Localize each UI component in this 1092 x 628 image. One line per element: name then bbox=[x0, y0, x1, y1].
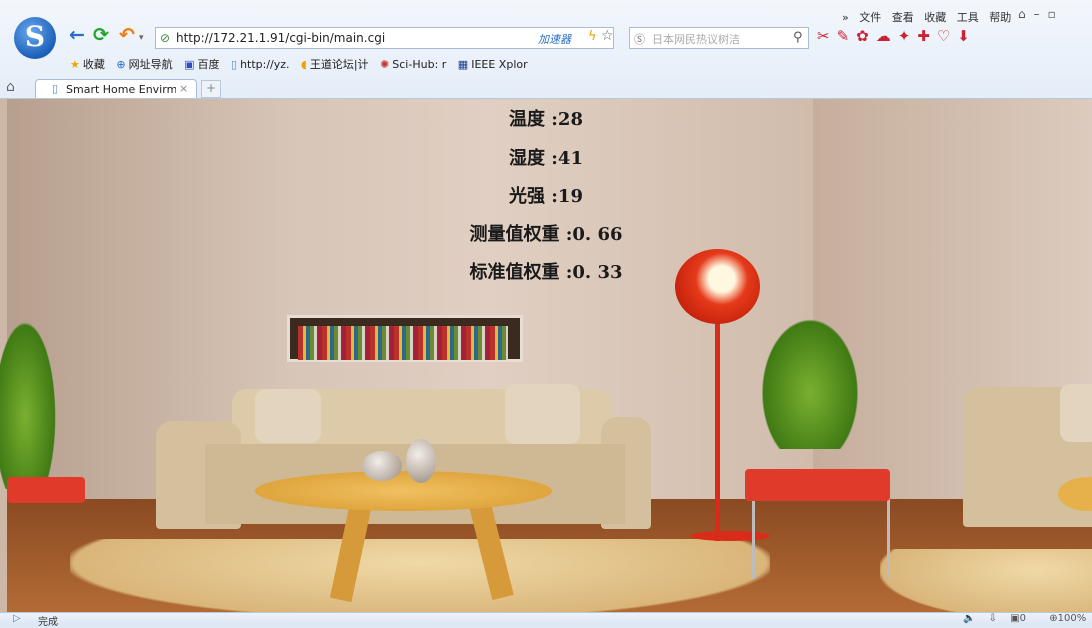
address-bar[interactable]: ⊘ http://172.21.1.91/cgi-bin/main.cgi 加速… bbox=[155, 27, 614, 49]
menu-favorites[interactable]: 收藏 bbox=[924, 11, 946, 24]
bookmark-baidu[interactable]: ▣ 百度 bbox=[184, 58, 219, 71]
background-stool bbox=[7, 477, 85, 503]
star-icon: ★ bbox=[70, 58, 80, 71]
tab-title: Smart Home Envirme bbox=[66, 83, 176, 96]
star-icon[interactable]: ☆ bbox=[601, 28, 614, 44]
reading-measured-weight: 测量值权重 :0. 66 bbox=[469, 224, 623, 245]
wangdao-icon: ◖ bbox=[301, 58, 307, 71]
menu-help[interactable]: 帮助 bbox=[989, 11, 1011, 24]
minimize-icon[interactable]: – bbox=[1034, 7, 1048, 21]
search-icon[interactable]: ⚲ bbox=[793, 30, 803, 45]
bookmark-label: IEEE Xplor bbox=[471, 58, 528, 71]
reading-humidity: 湿度 :41 bbox=[509, 148, 583, 169]
background-vase bbox=[362, 451, 402, 481]
reading-temperature: 温度 :28 bbox=[509, 109, 583, 130]
menu-tools[interactable]: 工具 bbox=[957, 11, 979, 24]
zoom-level[interactable]: ⊕100% bbox=[1049, 613, 1092, 624]
address-url[interactable]: http://172.21.1.91/cgi-bin/main.cgi bbox=[176, 31, 385, 45]
reading-label: 测量值权重 bbox=[469, 224, 560, 245]
toolbar-extension-icons[interactable]: ✂✎✿☁✦✚♡⬇ bbox=[817, 27, 977, 45]
background-table bbox=[255, 471, 552, 511]
shield-icon: ⊘ bbox=[160, 31, 171, 45]
background-plant bbox=[755, 309, 865, 449]
menu-bar: » 文件 查看 收藏 工具 帮助 bbox=[842, 9, 1018, 25]
page-status-icon: ▷ bbox=[13, 613, 21, 624]
undo-icon[interactable]: ↶ bbox=[119, 24, 135, 46]
search-engine-icon[interactable]: Ⓢ bbox=[634, 31, 645, 47]
menu-expand-icon[interactable]: » bbox=[842, 11, 849, 24]
new-tab-button[interactable]: + bbox=[201, 80, 221, 98]
window-controls: ⌂–▫ bbox=[1018, 7, 1064, 21]
status-text: 完成 bbox=[38, 617, 58, 628]
background-stool bbox=[745, 469, 890, 501]
bolt-icon[interactable]: ϟ bbox=[588, 29, 597, 44]
reading-label: 温度 bbox=[509, 109, 545, 130]
background-lamp-pole bbox=[715, 321, 720, 541]
search-box[interactable]: Ⓢ 日本网民热议树洁 ⚲ bbox=[629, 27, 809, 49]
reading-label: 光强 bbox=[509, 186, 545, 207]
home-icon[interactable]: ⌂ bbox=[6, 79, 15, 95]
status-bar: ▷ 完成 🔈 ⇩ ▣0 ⊕100% bbox=[0, 612, 1092, 628]
bookmark-label: 百度 bbox=[197, 58, 220, 71]
page-icon: ▯ bbox=[231, 58, 238, 71]
bookmark-wangdao[interactable]: ◖ 王道论坛|计 bbox=[301, 58, 369, 71]
message-count[interactable]: ▣0 bbox=[1010, 613, 1036, 624]
accelerator-button[interactable]: 加速器 bbox=[538, 31, 571, 47]
background-books bbox=[298, 326, 508, 360]
reading-value: 28 bbox=[557, 109, 583, 130]
browser-chrome: ← ⟳ ↶ ▾ ⊘ http://172.21.1.91/cgi-bin/mai… bbox=[0, 0, 1092, 99]
menu-view[interactable]: 查看 bbox=[892, 11, 914, 24]
ieee-icon: ▦ bbox=[457, 58, 469, 71]
bookmark-scihub[interactable]: ✺ Sci-Hub: r bbox=[380, 58, 446, 71]
status-right-group: 🔈 ⇩ ▣0 ⊕100% bbox=[963, 613, 1092, 624]
page-viewport: 温度 :28 湿度 :41 光强 :19 测量值权重 :0. 66 标准值权重 … bbox=[0, 99, 1092, 612]
background-plant bbox=[0, 309, 60, 489]
background-pillow bbox=[505, 384, 580, 444]
page-icon: ▯ bbox=[52, 82, 59, 95]
background-pillow bbox=[1060, 384, 1092, 442]
reading-label: 湿度 bbox=[509, 148, 545, 169]
mute-icon[interactable]: 🔈 bbox=[963, 613, 975, 624]
bookmark-label: 收藏 bbox=[82, 58, 105, 71]
bookmark-yz[interactable]: ▯ http://yz. bbox=[231, 58, 290, 71]
bookmark-label: 网址导航 bbox=[128, 58, 173, 71]
refresh-icon[interactable]: ⟳ bbox=[93, 24, 109, 46]
bookmark-label: Sci-Hub: r bbox=[392, 58, 447, 71]
scihub-icon: ✺ bbox=[380, 58, 390, 71]
background-rug-repeat bbox=[880, 549, 1092, 612]
message-count-value: 0 bbox=[1019, 613, 1027, 624]
close-icon[interactable]: × bbox=[179, 82, 188, 95]
tab-smart-home[interactable]: ▯ Smart Home Envirme × bbox=[35, 79, 197, 98]
background-stool-legs bbox=[752, 499, 890, 579]
chevron-down-icon[interactable]: ▾ bbox=[139, 27, 144, 49]
background-pillow bbox=[255, 389, 321, 443]
menu-file[interactable]: 文件 bbox=[859, 11, 881, 24]
reading-value: 19 bbox=[557, 186, 583, 207]
globe-icon: ⊕ bbox=[116, 58, 126, 71]
reading-label: 标准值权重 bbox=[469, 262, 560, 283]
bookmarks-bar: ★ 收藏 ⊕ 网址导航 ▣ 百度 ▯ http://yz. ◖ 王道论坛|计 ✺ Sci-H… bbox=[70, 56, 536, 72]
background-rug bbox=[70, 539, 770, 612]
skin-icon[interactable]: ⌂ bbox=[1018, 7, 1034, 21]
background-vase bbox=[406, 439, 436, 483]
reading-standard-weight: 标准值权重 :0. 33 bbox=[469, 262, 623, 283]
bookmark-nav[interactable]: ⊕ 网址导航 bbox=[116, 58, 172, 71]
reading-value: 41 bbox=[557, 148, 583, 169]
restore-icon[interactable]: ▫ bbox=[1048, 7, 1064, 21]
download-icon[interactable]: ⇩ bbox=[989, 613, 997, 624]
bookmark-label: 王道论坛|计 bbox=[309, 58, 369, 71]
bookmark-favorites[interactable]: ★ 收藏 bbox=[70, 58, 105, 71]
bookmark-ieee[interactable]: ▦ IEEE Xplor bbox=[458, 58, 528, 71]
zoom-value: 100% bbox=[1057, 613, 1087, 624]
bookmark-label: http://yz. bbox=[240, 58, 290, 71]
reading-light: 光强 :19 bbox=[509, 186, 583, 207]
browser-logo-icon bbox=[14, 17, 56, 59]
search-input[interactable]: 日本网民热议树洁 bbox=[652, 31, 740, 47]
back-icon[interactable]: ← bbox=[69, 24, 85, 46]
reading-value: 0. 66 bbox=[572, 224, 623, 245]
baidu-icon: ▣ bbox=[184, 58, 195, 71]
reading-value: 0. 33 bbox=[572, 262, 623, 283]
background-bookshelf bbox=[287, 315, 523, 362]
tab-bar: ⌂ ▯ Smart Home Envirme × + bbox=[0, 78, 1092, 98]
